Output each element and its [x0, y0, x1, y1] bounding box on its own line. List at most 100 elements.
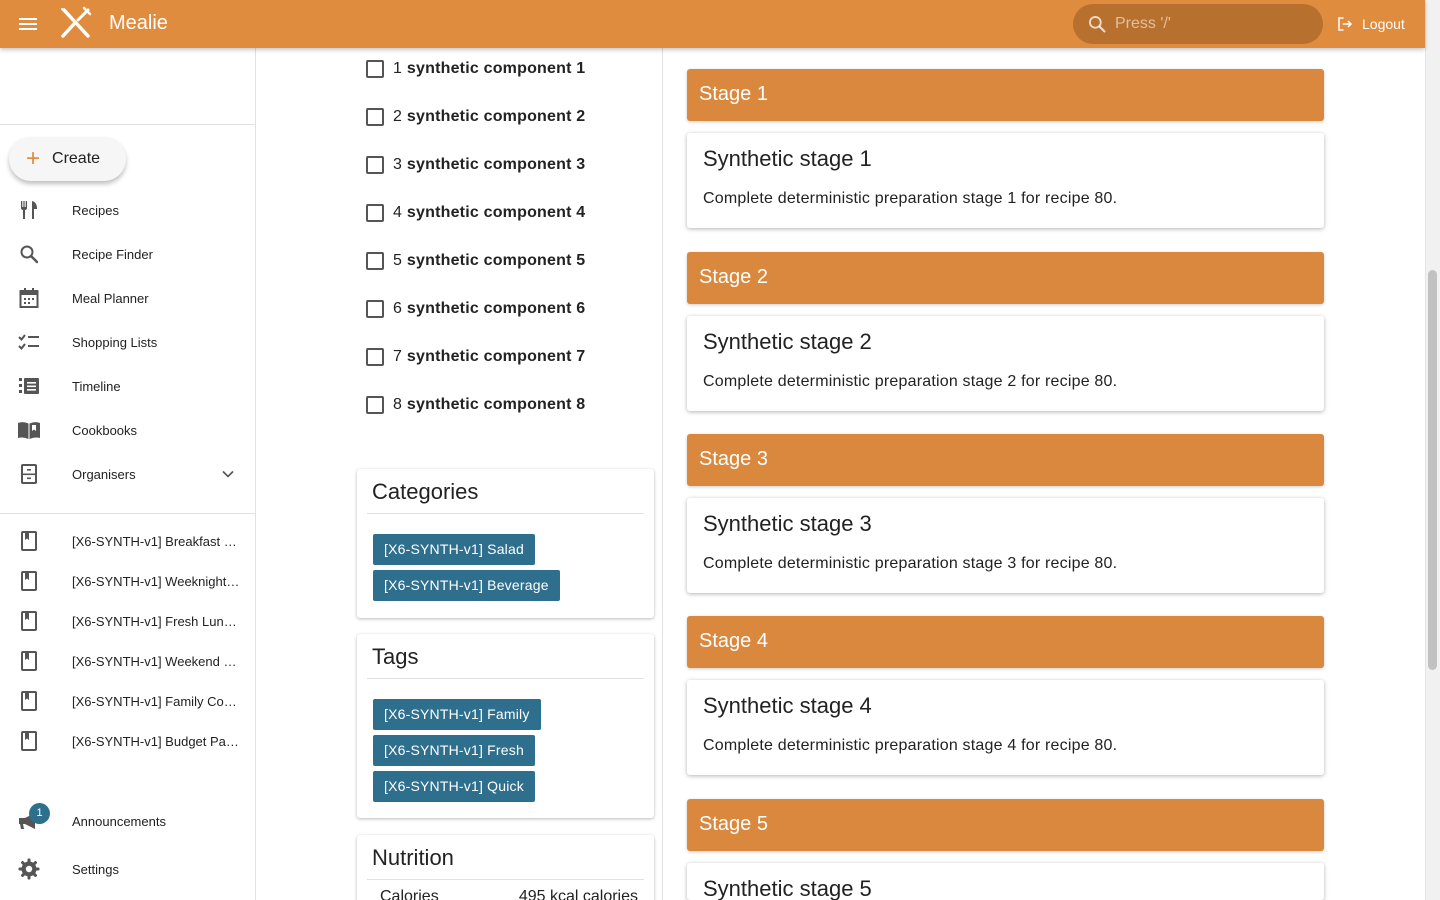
ingredient-quantity: 4: [393, 204, 402, 221]
sidebar-item-meal-planner[interactable]: Meal Planner: [0, 278, 255, 318]
chevron-down-icon[interactable]: [218, 464, 238, 484]
stage-card[interactable]: Synthetic stage 5: [687, 863, 1324, 900]
app-title[interactable]: Mealie: [109, 12, 168, 35]
ingredient-checkbox[interactable]: [366, 156, 384, 174]
sidebar-cookbook-item[interactable]: [X6-SYNTH-v1] Weeknight Dinners: [0, 561, 255, 601]
search-input[interactable]: [1115, 4, 1311, 44]
ingredient-checkbox[interactable]: [366, 252, 384, 270]
ingredient-row[interactable]: 4 synthetic component 4: [366, 201, 585, 225]
sidebar: + Create Recipes Recipe Finder Meal Plan…: [0, 48, 256, 900]
ingredient-checkbox[interactable]: [366, 108, 384, 126]
stage-card[interactable]: Synthetic stage 3 Complete deterministic…: [687, 498, 1324, 593]
sidebar-cookbook-item[interactable]: [X6-SYNTH-v1] Family Cooking: [0, 681, 255, 721]
stage-card[interactable]: Synthetic stage 1 Complete deterministic…: [687, 133, 1324, 228]
sidebar-item-cookbooks[interactable]: Cookbooks: [0, 410, 255, 450]
cookbook-label: [X6-SYNTH-v1] Family Cooking: [72, 693, 240, 709]
search-icon: [1089, 16, 1106, 33]
ingredient-name: synthetic component 7: [406, 348, 586, 365]
plus-icon: +: [26, 145, 41, 172]
bookmark-book-icon: [21, 571, 37, 591]
stage-header-label: Stage 3: [699, 448, 768, 470]
stage-card[interactable]: Synthetic stage 4 Complete deterministic…: [687, 680, 1324, 775]
sidebar-item-settings[interactable]: Settings: [0, 849, 255, 889]
sidebar-item-label: Timeline: [72, 378, 121, 394]
calendar-icon: [19, 288, 39, 308]
category-chip[interactable]: [X6-SYNTH-v1] Salad: [373, 534, 535, 565]
ingredient-quantity: 2: [393, 108, 402, 125]
tag-chip[interactable]: [X6-SYNTH-v1] Quick: [373, 771, 535, 802]
card-divider: [367, 879, 644, 880]
sidebar-cookbook-item[interactable]: [X6-SYNTH-v1] Fresh Lunches: [0, 601, 255, 641]
sidebar-item-label: Settings: [72, 861, 119, 877]
ingredient-checkbox[interactable]: [366, 300, 384, 318]
ingredient-name: synthetic component 1: [406, 60, 586, 77]
stage-header: Stage 3: [687, 434, 1324, 486]
cookbook-label: [X6-SYNTH-v1] Weeknight Dinners: [72, 573, 240, 589]
page-scrollbar-thumb[interactable]: [1428, 270, 1437, 670]
stage-title: Synthetic stage 1: [703, 146, 872, 171]
ingredient-checkbox[interactable]: [366, 396, 384, 414]
sidebar-cookbook-item[interactable]: [X6-SYNTH-v1] Weekend Baking: [0, 641, 255, 681]
cookbook-label: [X6-SYNTH-v1] Budget Pantry: [72, 733, 240, 749]
ingredient-row[interactable]: 5 synthetic component 5: [366, 249, 585, 273]
bookmark-book-icon: [21, 651, 37, 671]
cookbook-label: [X6-SYNTH-v1] Breakfast Favourites: [72, 533, 240, 549]
tag-chip[interactable]: [X6-SYNTH-v1] Family: [373, 699, 541, 730]
ingredient-row[interactable]: 6 synthetic component 6: [366, 297, 585, 321]
search-box[interactable]: [1073, 4, 1323, 44]
ingredient-row[interactable]: 3 synthetic component 3: [366, 153, 585, 177]
stage-title: Synthetic stage 4: [703, 693, 872, 718]
card-divider: [367, 678, 644, 679]
create-button[interactable]: + Create: [9, 137, 126, 181]
ingredient-name: synthetic component 4: [406, 204, 586, 221]
sidebar-cookbook-item[interactable]: [X6-SYNTH-v1] Budget Pantry: [0, 721, 255, 761]
sidebar-item-label: Organisers: [72, 466, 136, 482]
nutrition-title: Nutrition: [372, 845, 454, 870]
file-cabinet-icon: [21, 464, 37, 484]
sidebar-item-organisers[interactable]: Organisers: [0, 454, 255, 494]
sidebar-item-timeline[interactable]: Timeline: [0, 366, 255, 406]
logout-button[interactable]: Logout: [1336, 14, 1405, 34]
mealie-logo-icon[interactable]: [58, 6, 94, 42]
tag-chip[interactable]: [X6-SYNTH-v1] Fresh: [373, 735, 535, 766]
nutrition-card: Nutrition Calories 495 kcal calories: [357, 835, 654, 900]
ingredient-name: synthetic component 8: [406, 396, 586, 413]
ingredient-checkbox[interactable]: [366, 204, 384, 222]
stage-title: Synthetic stage 5: [703, 876, 872, 900]
logout-label: Logout: [1362, 16, 1405, 32]
ingredient-row[interactable]: 8 synthetic component 8: [366, 393, 585, 417]
ingredient-row[interactable]: 2 synthetic component 2: [366, 105, 585, 129]
gear-icon: [18, 858, 40, 880]
nutrition-row: Calories 495 kcal calories: [380, 888, 638, 900]
sidebar-cookbook-item[interactable]: [X6-SYNTH-v1] Breakfast Favourites: [0, 521, 255, 561]
category-chip[interactable]: [X6-SYNTH-v1] Beverage: [373, 570, 560, 601]
stage-card[interactable]: Synthetic stage 2 Complete deterministic…: [687, 316, 1324, 411]
ingredient-row[interactable]: 1 synthetic component 1: [366, 57, 585, 81]
sidebar-divider: [0, 124, 255, 125]
cookbook-label: [X6-SYNTH-v1] Fresh Lunches: [72, 613, 240, 629]
book-open-icon: [18, 422, 40, 439]
announcements-badge: 1: [29, 803, 50, 824]
cookbook-label: [X6-SYNTH-v1] Weekend Baking: [72, 653, 240, 669]
ingredient-row[interactable]: 7 synthetic component 7: [366, 345, 585, 369]
bookmark-book-icon: [21, 531, 37, 551]
menu-icon[interactable]: [16, 12, 40, 36]
stage-header: Stage 2: [687, 252, 1324, 304]
ingredient-name: synthetic component 6: [406, 300, 586, 317]
sidebar-item-label: Cookbooks: [72, 422, 138, 438]
tags-title: Tags: [372, 644, 419, 669]
stage-description: Complete deterministic preparation stage…: [703, 190, 1118, 207]
ingredient-checkbox[interactable]: [366, 348, 384, 366]
sidebar-item-recipe-finder[interactable]: Recipe Finder: [0, 234, 255, 274]
ingredient-quantity: 1: [393, 60, 402, 77]
ingredient-name: synthetic component 2: [406, 108, 586, 125]
fork-knife-icon: [21, 201, 37, 219]
ingredient-checkbox[interactable]: [366, 60, 384, 78]
sidebar-item-shopping-lists[interactable]: Shopping Lists: [0, 322, 255, 362]
sidebar-item-recipes[interactable]: Recipes: [0, 190, 255, 230]
stage-header: Stage 1: [687, 69, 1324, 121]
stage-header-label: Stage 2: [699, 266, 768, 288]
create-label: Create: [52, 150, 101, 167]
timeline-icon: [19, 378, 39, 394]
stage-description: Complete deterministic preparation stage…: [703, 555, 1118, 572]
